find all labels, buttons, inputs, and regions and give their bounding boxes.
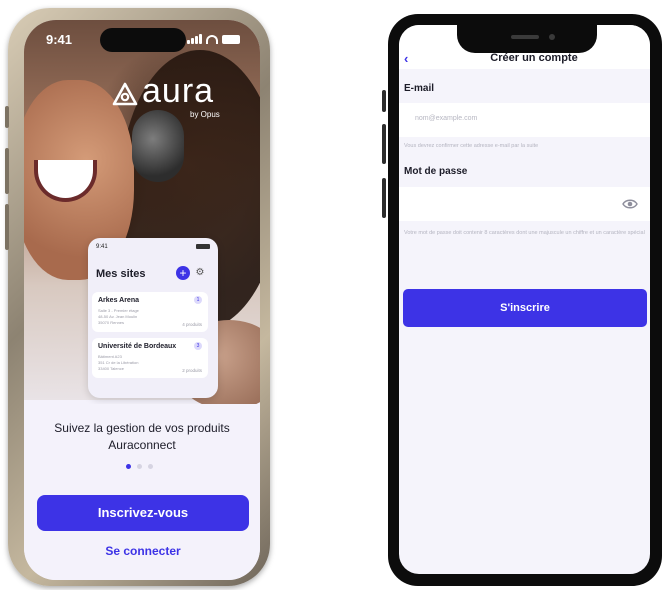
signup-screen: ‹ Créer un compte E-mail nom@example.com… — [399, 25, 650, 574]
password-help-text: Votre mot de passe doit contenir 8 carac… — [404, 230, 645, 236]
register-button[interactable]: Inscrivez-vous — [37, 495, 249, 531]
onboarding-panel: Suivez la gestion de vos produits Auraco… — [24, 404, 260, 580]
preview-battery-icon — [196, 244, 210, 249]
signal-icon — [187, 34, 202, 44]
login-link[interactable]: Se connecter — [37, 544, 249, 558]
site-product-count: 4 produits — [182, 322, 202, 327]
email-field[interactable]: nom@example.com — [399, 103, 650, 137]
carousel-dot[interactable] — [148, 464, 153, 469]
site-name: Arkes Arena — [98, 297, 139, 304]
status-bar: 9:41 — [46, 32, 240, 48]
site-badge: 1 — [194, 296, 202, 304]
volume-up-button — [382, 124, 386, 164]
page-title: Créer un compte — [490, 52, 578, 64]
email-help-text: Vous devrez confirmer cette adresse e-ma… — [404, 143, 539, 149]
logo-subtitle: by Opus — [190, 110, 220, 119]
password-field[interactable] — [399, 187, 650, 221]
onboarding-screen: 9:41 aura by Opus 9:41 Mes sites + ⚙ Ark… — [24, 20, 260, 580]
status-time: 9:41 — [46, 32, 73, 47]
battery-icon — [222, 34, 240, 44]
back-chevron-icon[interactable]: ‹ — [404, 51, 408, 66]
carousel-dots — [126, 464, 153, 469]
preview-title: Mes sites — [96, 268, 146, 280]
email-label: E-mail — [404, 83, 435, 94]
password-label: Mot de passe — [404, 166, 468, 177]
site-name: Université de Bordeaux — [98, 343, 177, 350]
app-preview-card: 9:41 Mes sites + ⚙ Arkes Arena 1 Salle 3… — [88, 238, 218, 398]
carousel-dot[interactable] — [137, 464, 142, 469]
site-badge: 3 — [194, 342, 202, 350]
volume-up-button — [5, 148, 9, 194]
site-line: Bâtiment A23 — [98, 354, 122, 359]
preview-time: 9:41 — [96, 244, 108, 250]
mute-switch — [382, 90, 386, 112]
volume-down-button — [5, 204, 9, 250]
signup-phone: ‹ Créer un compte E-mail nom@example.com… — [382, 14, 662, 586]
site-line: 351 Cr de la Libération — [98, 360, 139, 365]
volume-down-button — [382, 178, 386, 218]
headphones-image — [132, 110, 184, 182]
signup-button[interactable]: S'inscrire — [403, 289, 647, 327]
onboarding-phone: 9:41 aura by Opus 9:41 Mes sites + ⚙ Ark… — [5, 8, 270, 586]
site-line: 48-50 Av. Jean Moulin — [98, 314, 138, 319]
site-line: Salle 3 - Premier étage — [98, 308, 139, 313]
site-card: Arkes Arena 1 Salle 3 - Premier étage 48… — [92, 292, 208, 332]
wifi-icon — [206, 34, 218, 44]
aura-logo-icon — [112, 82, 138, 106]
site-product-count: 2 produits — [182, 368, 202, 373]
site-line: 33400 Talence — [98, 366, 124, 371]
site-line: 35070 Rennes — [98, 320, 125, 325]
mute-switch — [5, 106, 9, 128]
notch — [457, 25, 597, 53]
eye-icon[interactable] — [622, 197, 638, 211]
carousel-dot[interactable] — [126, 464, 131, 469]
plus-icon: + — [176, 266, 190, 280]
onboarding-tagline: Suivez la gestion de vos produits Auraco… — [54, 421, 230, 452]
gear-icon: ⚙ — [195, 267, 205, 278]
site-card: Université de Bordeaux 3 Bâtiment A23 35… — [92, 338, 208, 378]
email-placeholder: nom@example.com — [415, 115, 478, 122]
logo-wordmark: aura — [142, 72, 215, 110]
